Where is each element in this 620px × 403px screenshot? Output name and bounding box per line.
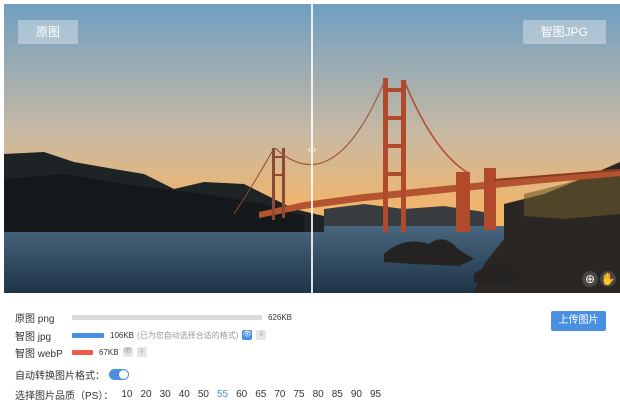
zhitu-jpg-label: 智图JPG — [522, 20, 606, 44]
preview-eye-icon[interactable]: 👁 — [122, 347, 133, 357]
quality-option[interactable]: 20 — [140, 389, 151, 400]
format-label: 智图 webP — [15, 348, 63, 360]
quality-option[interactable]: 90 — [351, 389, 362, 400]
format-row-webp: 智图 webP 67KB 👁 ⇩ — [15, 345, 147, 360]
quality-option[interactable]: 50 — [198, 389, 209, 400]
quality-option[interactable]: 60 — [236, 389, 247, 400]
auto-convert-toggle[interactable] — [109, 369, 129, 380]
quality-option[interactable]: 80 — [313, 389, 324, 400]
quality-option[interactable]: 10 — [121, 389, 132, 400]
hand-pan-icon[interactable]: ✋ — [600, 271, 616, 287]
download-icon[interactable]: ⇩ — [136, 347, 147, 357]
file-size: 67KB — [99, 347, 119, 357]
format-label: 智图 jpg — [15, 331, 52, 343]
zoom-in-icon[interactable]: ⊕ — [582, 271, 598, 287]
quality-option-selected[interactable]: 55 — [217, 389, 228, 400]
size-bar — [72, 349, 93, 355]
size-bar — [72, 332, 104, 338]
download-icon[interactable]: ⇩ — [256, 330, 267, 340]
quality-label: 选择图片品质（PS）： — [15, 391, 114, 402]
image-compare-viewer[interactable]: 原图 智图JPG ‹ › ⊕ ✋ — [4, 4, 620, 293]
original-label: 原图 — [18, 20, 79, 44]
quality-option[interactable]: 30 — [160, 389, 171, 400]
drag-handle-icon[interactable]: ‹ › — [306, 144, 318, 154]
format-label: 原图 png — [15, 313, 55, 325]
format-row-jpg: 智图 jpg 106KB (已为您自动选择合适的格式) 👁 ⇩ — [15, 328, 267, 343]
format-row-png: 原图 png 626KB — [15, 310, 293, 325]
quality-option[interactable]: 85 — [332, 389, 343, 400]
upload-image-button[interactable]: 上传图片 — [551, 311, 606, 331]
file-size: 626KB — [268, 312, 293, 322]
quality-option[interactable]: 75 — [293, 389, 304, 400]
preview-eye-icon[interactable]: 👁 — [242, 330, 253, 340]
quality-option[interactable]: 40 — [179, 389, 190, 400]
file-size: 106KB — [110, 330, 135, 340]
quality-option[interactable]: 70 — [274, 389, 285, 400]
quality-option[interactable]: 95 — [370, 389, 381, 400]
auto-format-hint: (已为您自动选择合适的格式) — [137, 330, 239, 340]
quality-selector: 选择图片品质（PS）： 10 20 30 40 50 55 60 65 70 7… — [15, 387, 381, 402]
size-bar — [72, 314, 262, 320]
auto-convert-label: 自动转换图片格式： — [15, 371, 105, 382]
quality-option[interactable]: 65 — [255, 389, 266, 400]
auto-convert-row: 自动转换图片格式： — [15, 367, 129, 382]
